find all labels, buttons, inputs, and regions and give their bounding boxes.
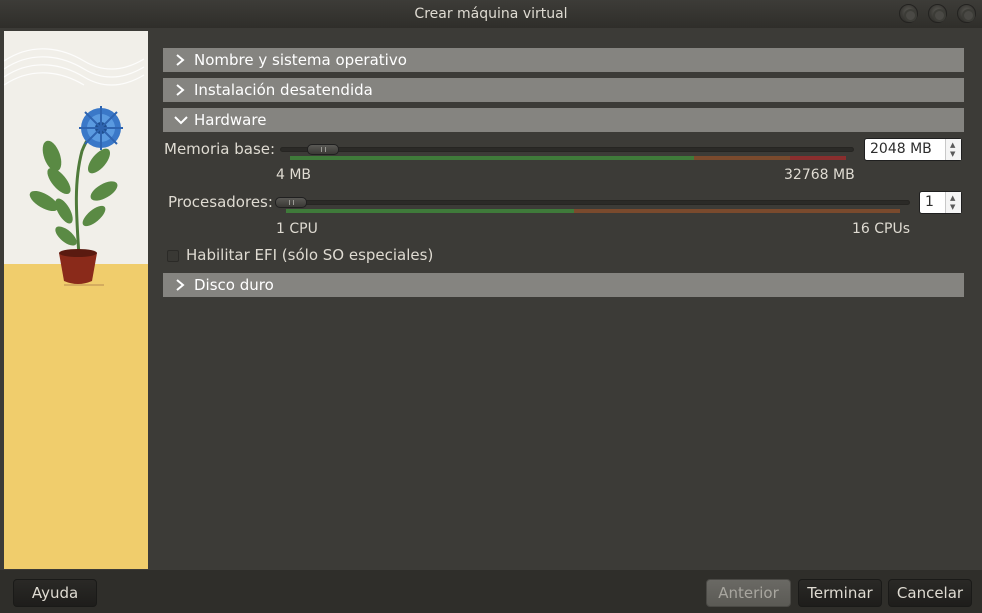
memory-label: Memoria base:: [164, 140, 276, 158]
processors-label: Procesadores:: [168, 193, 273, 211]
memory-scale-warn: [694, 156, 790, 160]
window-title: Crear máquina virtual: [414, 6, 568, 22]
section-label: Disco duro: [194, 276, 274, 294]
processors-stepper[interactable]: ▲ ▼: [945, 192, 961, 213]
wizard-illustration: [4, 31, 148, 569]
help-button[interactable]: Ayuda: [13, 579, 97, 607]
chevron-right-icon: [176, 54, 185, 66]
memory-stepper[interactable]: ▲ ▼: [945, 139, 961, 160]
section-hard-disk[interactable]: Disco duro: [163, 273, 964, 297]
processors-scale: [286, 208, 900, 214]
section-unattended-install[interactable]: Instalación desatendida: [163, 78, 964, 102]
processors-min-label: 1 CPU: [276, 221, 318, 237]
section-name-os[interactable]: Nombre y sistema operativo: [163, 48, 964, 72]
cancel-button[interactable]: Cancelar: [888, 579, 972, 607]
processors-max-label: 16 CPUs: [852, 221, 911, 237]
memory-scale-ok: [290, 156, 694, 160]
processors-spinbox[interactable]: 1 ▲ ▼: [919, 191, 962, 214]
section-label: Instalación desatendida: [194, 81, 373, 99]
memory-max-label: 32768 MB: [784, 167, 855, 183]
efi-checkbox[interactable]: [167, 250, 179, 262]
close-button[interactable]: [957, 4, 976, 23]
processors-scale-warn: [574, 209, 900, 213]
title-bar: Crear máquina virtual: [0, 0, 982, 28]
memory-min-label: 4 MB: [276, 167, 312, 183]
efi-label[interactable]: Habilitar EFI (sólo SO especiales): [186, 246, 433, 264]
processors-slider-track[interactable]: [278, 200, 910, 205]
chevron-right-icon: [176, 84, 185, 96]
memory-value: 2048 MB: [870, 141, 932, 157]
plant-illustration: [4, 48, 145, 286]
processors-value: 1: [925, 194, 934, 210]
maximize-button[interactable]: [928, 4, 947, 23]
stepper-down-icon[interactable]: ▼: [950, 203, 955, 211]
section-hardware[interactable]: Hardware: [163, 108, 964, 132]
stepper-up-icon[interactable]: ▲: [950, 141, 955, 149]
stepper-down-icon[interactable]: ▼: [950, 150, 955, 158]
chevron-down-icon: [174, 116, 188, 125]
memory-scale-bad: [790, 156, 846, 160]
window-controls: [899, 4, 976, 23]
chevron-right-icon: [176, 279, 185, 291]
back-button[interactable]: Anterior: [706, 579, 791, 607]
memory-slider-handle[interactable]: [307, 144, 339, 155]
section-label: Nombre y sistema operativo: [194, 51, 407, 69]
memory-spinbox[interactable]: 2048 MB ▲ ▼: [864, 138, 962, 161]
memory-slider-track[interactable]: [280, 147, 854, 152]
stepper-up-icon[interactable]: ▲: [950, 194, 955, 202]
finish-button[interactable]: Terminar: [798, 579, 882, 607]
section-label: Hardware: [194, 111, 267, 129]
memory-scale: [290, 155, 846, 161]
minimize-button[interactable]: [899, 4, 918, 23]
processors-slider-handle[interactable]: [275, 197, 307, 208]
processors-scale-ok: [286, 209, 574, 213]
